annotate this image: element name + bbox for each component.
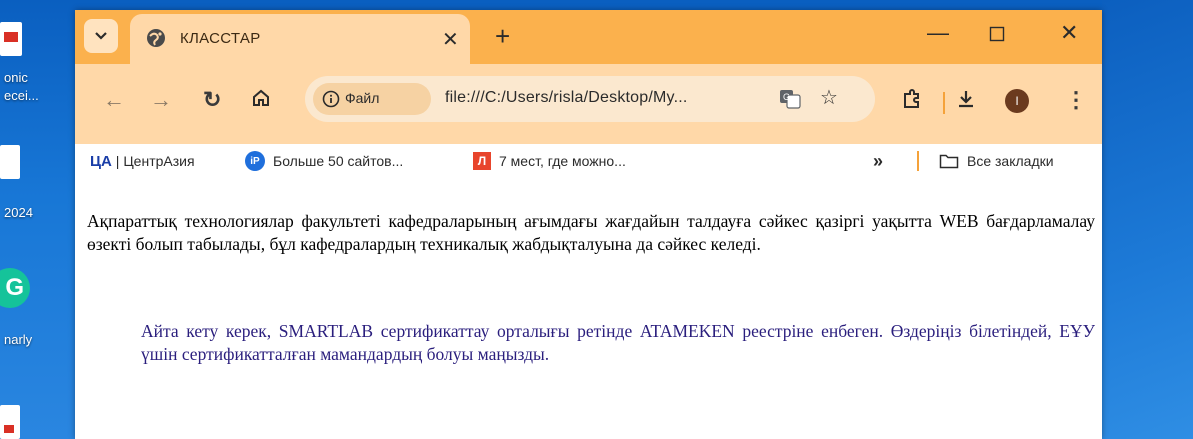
close-tab-icon[interactable]: ✕ bbox=[442, 27, 459, 52]
globe-icon bbox=[147, 29, 165, 47]
browser-window: КЛАССТАР ✕ + — ✕ ← → ↻ Файл file:///C:/U… bbox=[75, 10, 1102, 439]
chevron-down-icon bbox=[95, 32, 107, 40]
downloads-button[interactable] bbox=[955, 88, 977, 116]
puzzle-icon bbox=[904, 89, 919, 108]
bookmark-label: 7 мест, где можно... bbox=[499, 153, 626, 169]
bookmark-label: Больше 50 сайтов... bbox=[273, 153, 404, 169]
info-icon bbox=[322, 90, 340, 108]
bookmark-item[interactable]: iP Больше 50 сайтов... bbox=[245, 149, 403, 173]
paragraph-main: Ақпараттық технологиялар факультеті кафе… bbox=[87, 211, 1095, 254]
profile-avatar[interactable]: I bbox=[1005, 89, 1029, 113]
close-window-button[interactable]: ✕ bbox=[1060, 20, 1078, 46]
desktop-icon-file[interactable] bbox=[0, 145, 20, 179]
bookmark-star-icon[interactable]: ☆ bbox=[820, 85, 838, 110]
url-text[interactable]: file:///C:/Users/risla/Desktop/My... bbox=[445, 89, 688, 107]
tab-title: КЛАССТАР bbox=[180, 30, 261, 47]
bookmark-item[interactable]: ЦА | ЦентрАзия bbox=[90, 149, 195, 173]
all-bookmarks-label: Все закладки bbox=[967, 153, 1054, 169]
address-bar[interactable]: Файл file:///C:/Users/risla/Desktop/My..… bbox=[305, 76, 875, 122]
l-icon-text: Л bbox=[477, 154, 487, 168]
profile-initial: I bbox=[1015, 94, 1019, 108]
svg-text:G: G bbox=[783, 92, 790, 102]
bookmark-item[interactable]: Л 7 мест, где можно... bbox=[473, 149, 626, 173]
tab-active[interactable]: КЛАССТАР ✕ bbox=[130, 14, 470, 64]
bookmarks-overflow-button[interactable]: » bbox=[873, 149, 883, 173]
maximize-icon bbox=[989, 26, 1005, 42]
ip-icon: iP bbox=[245, 151, 265, 171]
desktop-icon-label: narly bbox=[4, 332, 33, 347]
ip-icon-text: iP bbox=[250, 155, 260, 167]
all-bookmarks-button[interactable]: Все закладки bbox=[939, 149, 1054, 173]
bookmarks-separator bbox=[917, 151, 919, 171]
desktop-icon-label: ecei... bbox=[4, 88, 39, 103]
file-badge-icon bbox=[4, 425, 14, 433]
tab-search-button[interactable] bbox=[84, 19, 118, 53]
desktop-background-right bbox=[1102, 0, 1193, 439]
desktop-icon-file[interactable] bbox=[0, 405, 20, 439]
pdf-icon bbox=[4, 32, 18, 42]
page-content: Ақпараттық технологиялар факультеті кафе… bbox=[75, 186, 1102, 439]
toolbar: ← → ↻ Файл file:///C:/Users/risla/Deskto… bbox=[75, 64, 1102, 171]
translate-icon[interactable]: G bbox=[779, 88, 801, 110]
reload-button[interactable]: ↻ bbox=[203, 87, 221, 113]
forward-button[interactable]: → bbox=[150, 87, 172, 113]
extensions-button[interactable] bbox=[901, 88, 923, 116]
home-icon bbox=[253, 89, 269, 106]
minimize-button[interactable]: — bbox=[927, 20, 949, 46]
desktop-icon-label: onic bbox=[4, 70, 28, 85]
tab-strip: КЛАССТАР ✕ + — ✕ bbox=[75, 10, 1102, 64]
folder-icon bbox=[939, 154, 959, 169]
site-chip-label: Файл bbox=[345, 90, 380, 106]
download-icon bbox=[959, 91, 973, 108]
l-icon: Л bbox=[473, 152, 491, 170]
home-button[interactable] bbox=[251, 88, 271, 114]
maximize-button[interactable] bbox=[989, 20, 1005, 48]
desktop-icon-pdf[interactable] bbox=[0, 22, 22, 56]
back-button[interactable]: ← bbox=[103, 87, 125, 113]
ca-icon: ЦА bbox=[90, 152, 112, 170]
bookmark-label: | ЦентрАзия bbox=[115, 153, 195, 169]
menu-kebab-icon[interactable]: ⋮ bbox=[1065, 87, 1087, 113]
site-info-chip[interactable]: Файл bbox=[313, 83, 431, 115]
new-tab-button[interactable]: + bbox=[495, 21, 510, 52]
paragraph-indented: Айта кету керек, SMARTLAB сертификаттау … bbox=[141, 321, 1095, 364]
toolbar-separator bbox=[943, 92, 945, 114]
overflow-chevron: » bbox=[873, 150, 884, 171]
desktop-icon-label: 2024 bbox=[4, 205, 33, 220]
